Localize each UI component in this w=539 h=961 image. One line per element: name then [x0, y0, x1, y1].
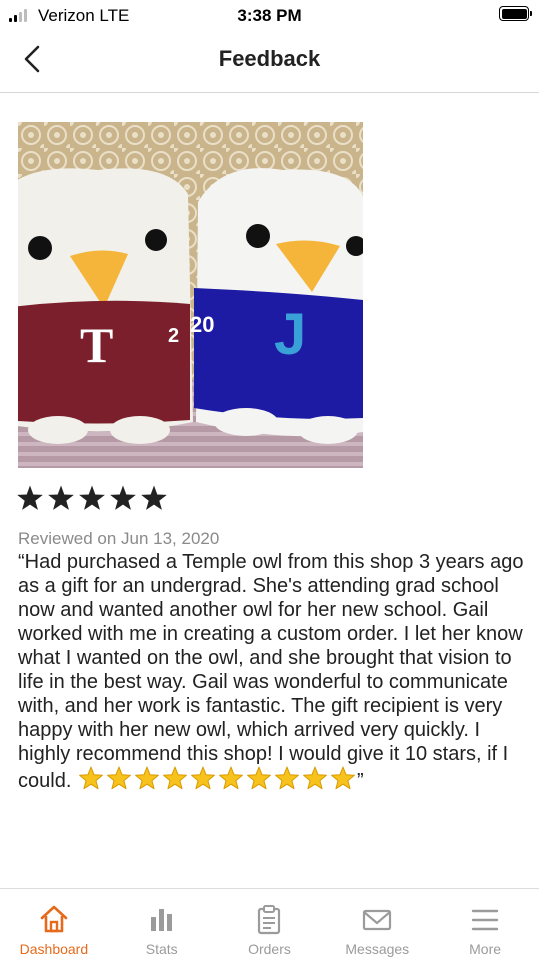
home-icon [37, 903, 71, 935]
rating-stars [16, 484, 168, 512]
tab-label: Stats [145, 941, 178, 957]
tab-label: Orders [248, 941, 291, 957]
tab-stats[interactable]: Stats [108, 889, 216, 961]
emoji-star-icon [163, 766, 187, 790]
page-title: Feedback [218, 46, 321, 71]
clipboard-icon [252, 903, 286, 935]
rating-star-icon [48, 485, 74, 510]
emoji-star-icon [135, 766, 159, 790]
temple-owl: T 2 [18, 168, 193, 444]
hamburger-menu-icon [468, 903, 502, 935]
emoji-star-icon [79, 766, 103, 790]
rating-star-icon [79, 485, 105, 510]
svg-text:J: J [274, 302, 306, 367]
emoji-star-icon [247, 766, 271, 790]
nav-bar: Feedback [0, 32, 539, 93]
emoji-star-icon [303, 766, 327, 790]
review-date: Reviewed on Jun 13, 2020 [18, 529, 220, 548]
svg-text:T: T [80, 317, 113, 373]
tab-label: Messages [345, 941, 410, 957]
status-bar: Verizon LTE 3:38 PM [0, 0, 539, 32]
tab-bar: Dashboard Stats Orders Messages More [0, 888, 539, 961]
tab-messages[interactable]: Messages [323, 889, 431, 961]
blue-owl: 20 J [190, 168, 363, 444]
emoji-star-icon [107, 766, 131, 790]
battery-icon [499, 6, 532, 21]
tab-dashboard[interactable]: Dashboard [0, 889, 108, 961]
envelope-icon [360, 903, 394, 935]
svg-text:20: 20 [190, 312, 214, 337]
emoji-star-icon [275, 766, 299, 790]
review-close-quote: ” [356, 770, 364, 792]
tab-more[interactable]: More [431, 889, 539, 961]
review-text: “Had purchased a Temple owl from this sh… [18, 550, 524, 793]
svg-text:2: 2 [168, 325, 179, 347]
review-photo[interactable]: T 2 20 J [18, 122, 363, 468]
clock: 3:38 PM [237, 6, 302, 25]
emoji-star-icon [191, 766, 215, 790]
rating-star-icon [141, 485, 167, 510]
tab-label: Dashboard [19, 941, 89, 957]
emoji-stars [77, 766, 357, 790]
emoji-star-icon [219, 766, 243, 790]
review-body: “Had purchased a Temple owl from this sh… [18, 551, 524, 792]
rating-star-icon [17, 485, 43, 510]
tab-orders[interactable]: Orders [216, 889, 324, 961]
tab-label: More [469, 941, 502, 957]
emoji-star-icon [331, 766, 355, 790]
bar-chart-icon [145, 903, 179, 935]
rating-star-icon [110, 485, 136, 510]
